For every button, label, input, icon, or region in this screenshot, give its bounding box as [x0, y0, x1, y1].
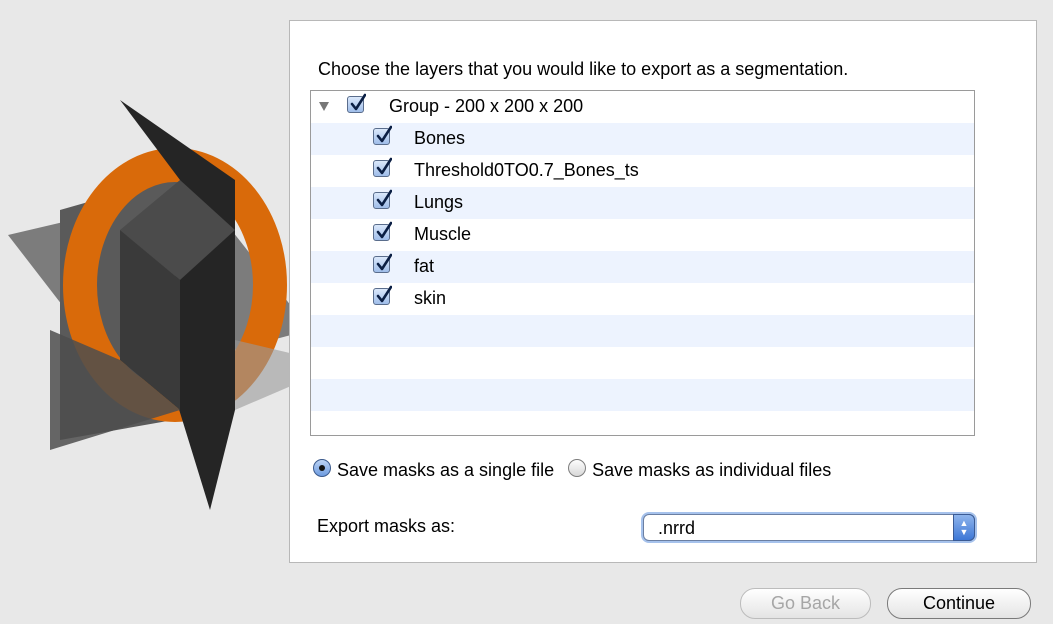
checkbox-layer[interactable] [373, 189, 392, 209]
checkmark-icon [376, 285, 392, 303]
layer-label: Muscle [414, 224, 472, 244]
checkmark-icon [350, 93, 366, 111]
list-item-layer[interactable]: fat [311, 251, 974, 283]
save-mode-radio-group: Save masks as a single file Save masks as… [313, 459, 845, 481]
individual-files-label[interactable]: Save masks as individual files [592, 460, 831, 481]
checkmark-icon [376, 157, 392, 175]
list-item-layer[interactable]: Muscle [311, 219, 974, 251]
checkbox-layer[interactable] [373, 253, 392, 273]
layer-label: skin [414, 288, 447, 308]
checkmark-icon [376, 221, 392, 239]
dialog-prompt: Choose the layers that you would like to… [318, 59, 849, 79]
checkmark-icon [376, 189, 392, 207]
single-file-label[interactable]: Save masks as a single file [337, 460, 554, 481]
checkmark-icon [376, 125, 392, 143]
checkbox-group[interactable] [347, 93, 366, 113]
checkbox-layer[interactable] [373, 221, 392, 241]
checkbox-layer[interactable] [373, 157, 392, 177]
single-file-radio[interactable] [313, 459, 331, 478]
list-item-layer[interactable]: Lungs [311, 187, 974, 219]
list-item-group[interactable]: Group - 200 x 200 x 200 [311, 91, 974, 123]
checkbox-layer[interactable] [373, 285, 392, 305]
layer-list[interactable]: Group - 200 x 200 x 200 Bones Threshold0… [310, 90, 975, 436]
individual-files-radio[interactable] [568, 459, 587, 478]
export-format-value: .nrrd [658, 518, 696, 538]
layer-label: fat [414, 256, 435, 276]
layer-label: Group - 200 x 200 x 200 [389, 96, 584, 116]
checkmark-icon [376, 253, 392, 271]
layer-label: Lungs [414, 192, 464, 212]
list-item-layer[interactable]: skin [311, 283, 974, 315]
checkbox-layer[interactable] [373, 125, 392, 145]
up-down-arrows-icon: ▲ ▼ [953, 514, 975, 541]
layer-label: Threshold0TO0.7_Bones_ts [414, 160, 639, 180]
list-item-layer[interactable]: Bones [311, 123, 974, 155]
export-panel: Choose the layers that you would like to… [289, 20, 1037, 563]
go-back-button[interactable]: Go Back [740, 588, 871, 619]
export-format-label: Export masks as: [317, 516, 456, 536]
export-format-select[interactable]: .nrrd ▲ ▼ [643, 514, 975, 541]
layer-label: Bones [414, 128, 466, 148]
continue-button[interactable]: Continue [887, 588, 1031, 619]
list-item-layer[interactable]: Threshold0TO0.7_Bones_ts [311, 155, 974, 187]
disclosure-triangle-icon[interactable] [319, 102, 329, 111]
